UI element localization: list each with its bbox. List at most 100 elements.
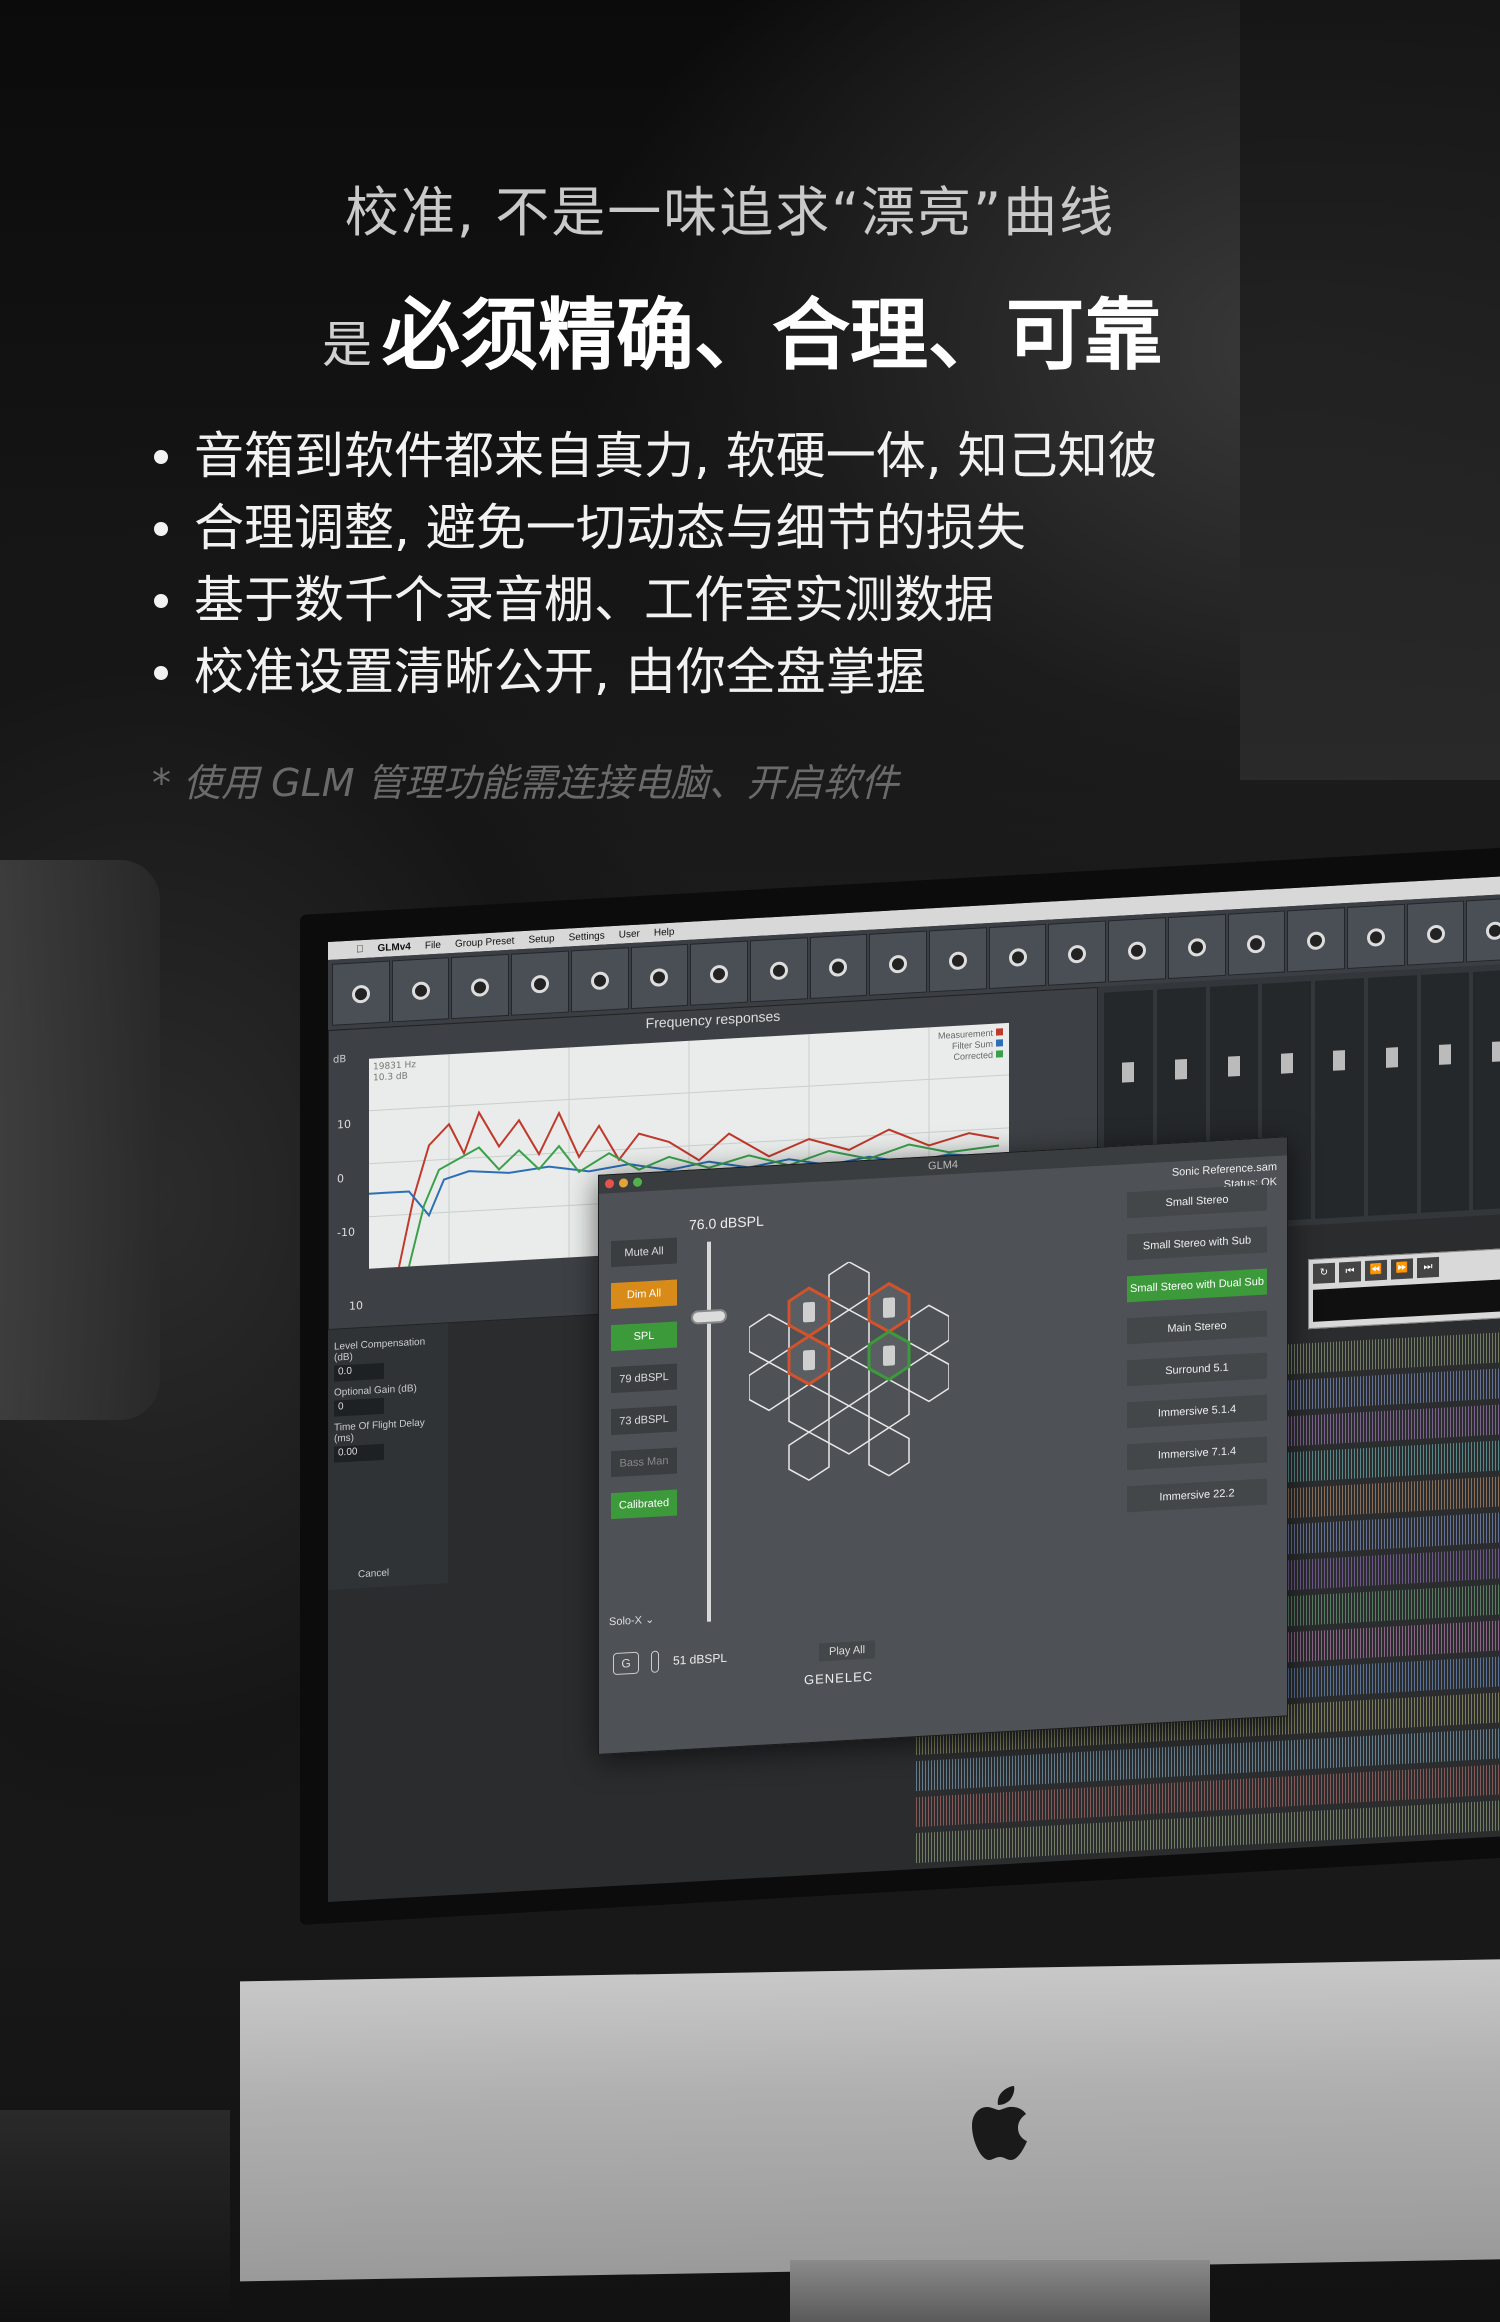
bullet-dot-icon — [154, 521, 168, 536]
channel-strip[interactable] — [511, 950, 569, 1016]
solo-mode-select[interactable]: Solo-X ⌄ — [609, 1613, 654, 1629]
dim-all-button[interactable]: Dim All — [611, 1279, 677, 1310]
menu-setup[interactable]: Setup — [528, 933, 554, 945]
feature-item: 基于数千个录音棚、工作室实测数据 — [150, 564, 1158, 636]
channel-strip[interactable] — [869, 930, 928, 996]
rewind-icon[interactable]: ⏪ — [1365, 1259, 1387, 1282]
skip-end-icon[interactable]: ⏭ — [1417, 1256, 1439, 1279]
preset-surround-5-1[interactable]: Surround 5.1 — [1127, 1352, 1267, 1387]
time-of-flight-label: Time Of Flight Delay (ms) — [334, 1417, 425, 1445]
channel-strip[interactable] — [1287, 907, 1345, 973]
channel-strip[interactable] — [1167, 913, 1226, 980]
level-compensation-field[interactable]: 0.0 — [334, 1362, 384, 1382]
feature-item: 音箱到软件都来自真力, 软硬一体, 知己知彼 — [150, 420, 1158, 492]
pan-knob-icon[interactable] — [1307, 931, 1326, 951]
headline-line2-bold: 必须精确、合理、可靠 — [381, 291, 1162, 381]
pan-knob-icon[interactable] — [590, 971, 609, 991]
pan-knob-icon[interactable] — [1247, 934, 1266, 954]
level-compensation-label: Level Compensation (dB) — [334, 1336, 426, 1364]
spl-meter-icon — [651, 1650, 659, 1673]
spl-preset-79-button[interactable]: 79 dBSPL — [611, 1363, 677, 1394]
channel-strip[interactable] — [1346, 903, 1405, 970]
menu-help[interactable]: Help — [654, 926, 675, 938]
preset-immersive-5-1-4[interactable]: Immersive 5.1.4 — [1127, 1394, 1267, 1429]
cancel-button[interactable]: Cancel — [358, 1568, 389, 1581]
menu-app-name[interactable]: GLMv4 — [378, 941, 411, 954]
menu-group-preset[interactable]: Group Preset — [455, 935, 514, 949]
bullet-dot-icon — [154, 665, 168, 680]
fast-forward-icon[interactable]: ⏩ — [1391, 1258, 1413, 1280]
channel-strip[interactable] — [929, 927, 987, 993]
g-button[interactable]: G — [613, 1651, 639, 1676]
optional-gain-field[interactable]: 0 — [334, 1397, 384, 1417]
channel-strip[interactable] — [988, 923, 1047, 990]
pan-knob-icon[interactable] — [471, 977, 490, 997]
pan-knob-icon[interactable] — [1426, 924, 1445, 944]
rewind-start-icon[interactable]: ⏮ — [1339, 1261, 1361, 1283]
volume-slider-track[interactable] — [707, 1241, 711, 1622]
mute-all-button[interactable]: Mute All — [611, 1237, 677, 1268]
pan-knob-icon[interactable] — [1366, 927, 1385, 947]
volume-slider-thumb[interactable] — [691, 1308, 727, 1325]
channel-strip[interactable] — [1227, 910, 1286, 976]
channel-strip[interactable] — [690, 940, 748, 1006]
pan-knob-icon[interactable] — [1127, 941, 1146, 961]
preset-small-stereo-dual-sub[interactable]: Small Stereo with Dual Sub — [1127, 1268, 1267, 1303]
channel-strip[interactable] — [391, 957, 450, 1023]
menu-settings[interactable]: Settings — [569, 930, 605, 943]
pan-knob-icon[interactable] — [1187, 937, 1206, 957]
pan-knob-icon[interactable] — [948, 951, 967, 971]
bullet-dot-icon — [154, 449, 168, 464]
channel-strip[interactable] — [451, 953, 510, 1020]
pan-knob-icon[interactable] — [1486, 921, 1500, 941]
pan-knob-icon[interactable] — [1068, 944, 1087, 964]
hexagon-grid — [748, 1260, 950, 1481]
pan-knob-icon[interactable] — [889, 954, 908, 974]
volume-fader[interactable] — [1473, 969, 1500, 1210]
bass-management-button[interactable]: Bass Man — [611, 1447, 677, 1478]
zoom-icon[interactable] — [633, 1177, 642, 1187]
apple-menu-icon[interactable]:  — [356, 944, 364, 955]
calibrated-button[interactable]: Calibrated — [611, 1489, 677, 1520]
channel-strip[interactable] — [570, 947, 629, 1013]
channel-strip[interactable] — [809, 933, 868, 1000]
volume-fader[interactable] — [1420, 972, 1470, 1213]
channel-strip[interactable] — [749, 937, 808, 1003]
studio-panel — [1240, 0, 1500, 780]
preset-small-stereo-sub[interactable]: Small Stereo with Sub — [1127, 1226, 1267, 1261]
pan-knob-icon[interactable] — [411, 981, 430, 1001]
volume-fader[interactable] — [1367, 975, 1417, 1216]
spl-button[interactable]: SPL — [611, 1321, 677, 1352]
preset-main-stereo[interactable]: Main Stereo — [1127, 1310, 1267, 1345]
pan-knob-icon[interactable] — [351, 984, 370, 1004]
bullet-dot-icon — [154, 593, 168, 608]
db-unit-label: dB — [333, 1053, 347, 1066]
window-controls — [605, 1177, 642, 1189]
channel-strip[interactable] — [1108, 917, 1166, 983]
cursor-readout: 19831 Hz 10.3 dB — [373, 1060, 416, 1084]
close-icon[interactable] — [605, 1179, 614, 1189]
loop-icon[interactable]: ↻ — [1313, 1262, 1335, 1284]
time-of-flight-field[interactable]: 0.00 — [334, 1443, 384, 1463]
pan-knob-icon[interactable] — [710, 964, 729, 984]
channel-strip[interactable] — [1048, 920, 1107, 986]
play-all-button[interactable]: Play All — [819, 1640, 876, 1662]
volume-fader[interactable] — [1315, 978, 1364, 1219]
preset-small-stereo[interactable]: Small Stereo — [1127, 1184, 1267, 1219]
preset-immersive-22-2[interactable]: Immersive 22.2 — [1127, 1478, 1267, 1513]
channel-strip[interactable] — [630, 943, 689, 1010]
channel-strip[interactable] — [1466, 897, 1500, 963]
pan-knob-icon[interactable] — [650, 967, 669, 987]
channel-strip[interactable] — [1406, 900, 1465, 966]
imac-stand — [790, 2260, 1210, 2322]
menu-user[interactable]: User — [619, 928, 640, 940]
pan-knob-icon[interactable] — [769, 961, 788, 981]
spl-preset-73-button[interactable]: 73 dBSPL — [611, 1405, 677, 1436]
pan-knob-icon[interactable] — [829, 957, 848, 977]
menu-file[interactable]: File — [425, 939, 441, 951]
minimize-icon[interactable] — [619, 1178, 628, 1188]
pan-knob-icon[interactable] — [530, 974, 549, 994]
channel-strip[interactable] — [332, 960, 390, 1026]
preset-immersive-7-1-4[interactable]: Immersive 7.1.4 — [1127, 1436, 1267, 1471]
pan-knob-icon[interactable] — [1008, 947, 1027, 967]
